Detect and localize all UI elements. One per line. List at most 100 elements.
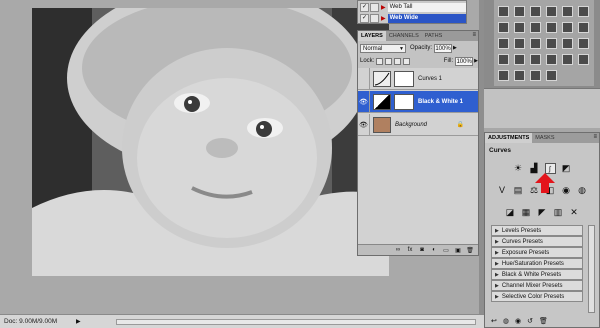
layer-mask-thumbnail[interactable]	[394, 70, 414, 87]
grid-swatch[interactable]	[562, 22, 573, 33]
fill-input[interactable]: 100%	[455, 56, 474, 66]
grid-swatch[interactable]	[514, 54, 525, 65]
tab-channels[interactable]: CHANNELS	[386, 31, 422, 41]
posterize-icon[interactable]: ▦	[521, 207, 532, 218]
gradient-map-icon[interactable]: ▥	[553, 207, 564, 218]
lock-pixels-icon[interactable]	[385, 57, 393, 65]
fill-arrow-icon[interactable]: ▶	[474, 58, 478, 64]
expand-triangle-icon[interactable]: ▶	[495, 294, 499, 300]
hue-saturation-icon[interactable]: ▤	[513, 185, 524, 196]
status-menu-arrow-icon[interactable]: ▶	[76, 318, 81, 325]
trash-icon[interactable]: 🗑	[466, 247, 474, 254]
grid-swatch[interactable]	[498, 22, 509, 33]
grid-swatch[interactable]	[562, 38, 573, 49]
preset-row-black-white[interactable]: ▶ Black & White Presets	[491, 269, 583, 280]
grid-swatch[interactable]	[498, 54, 509, 65]
grid-swatch[interactable]	[530, 22, 541, 33]
preset-item-label[interactable]: Web Tall	[387, 2, 466, 12]
exposure-icon[interactable]: ◩	[561, 163, 572, 174]
visibility-check-icon[interactable]: ✓	[360, 13, 369, 23]
expand-triangle-icon[interactable]: ▶	[495, 261, 499, 267]
selective-color-icon[interactable]: ✕	[569, 207, 580, 218]
visibility-eye-icon[interactable]: 👁	[358, 113, 370, 136]
visibility-check-icon[interactable]: ✓	[360, 2, 369, 12]
tab-paths[interactable]: PATHS	[422, 31, 446, 41]
brightness-icon[interactable]: ☀	[513, 163, 524, 174]
grid-swatch[interactable]	[546, 54, 557, 65]
mask-icon[interactable]: ◙	[418, 247, 426, 253]
channel-mixer-icon[interactable]: ◍	[577, 185, 588, 196]
expand-triangle-icon[interactable]: ▶	[495, 250, 499, 256]
vibrance-icon[interactable]: V	[497, 185, 508, 196]
link-icon[interactable]: ∞	[394, 247, 402, 253]
grid-swatch[interactable]	[514, 6, 525, 17]
preset-row-exposure[interactable]: ▶ Exposure Presets	[491, 247, 583, 258]
visibility-eye-icon[interactable]: 👁	[358, 90, 370, 113]
grid-swatch[interactable]	[546, 6, 557, 17]
clip-icon[interactable]: ◍	[503, 317, 509, 325]
toggle-box[interactable]	[370, 13, 379, 23]
grid-swatch[interactable]	[530, 70, 541, 81]
preset-row-curves[interactable]: ▶ Curves Presets	[491, 236, 583, 247]
expand-triangle-icon[interactable]: ▶	[495, 239, 499, 245]
tab-adjustments[interactable]: ADJUSTMENTS	[485, 133, 533, 143]
grid-swatch[interactable]	[498, 6, 509, 17]
grid-swatch[interactable]	[514, 38, 525, 49]
visibility-eye-icon[interactable]	[358, 67, 370, 90]
grid-swatch[interactable]	[578, 54, 589, 65]
grid-swatch[interactable]	[514, 22, 525, 33]
grid-swatch[interactable]	[530, 6, 541, 17]
grid-swatch[interactable]	[498, 38, 509, 49]
grid-swatch[interactable]	[530, 54, 541, 65]
expand-triangle-icon[interactable]: ▶	[495, 283, 499, 289]
return-arrow-icon[interactable]: ↩	[491, 317, 497, 325]
grid-swatch[interactable]	[530, 38, 541, 49]
opacity-input[interactable]: 100%	[434, 43, 453, 53]
trash-icon[interactable]: 🗑	[539, 317, 548, 325]
adjustment-icon[interactable]: ◐	[430, 247, 438, 253]
horizontal-scrollbar[interactable]	[116, 319, 476, 325]
grid-swatch[interactable]	[546, 22, 557, 33]
reset-icon[interactable]: ↺	[527, 317, 533, 325]
photo-filter-icon[interactable]: ◉	[561, 185, 572, 196]
invert-icon[interactable]: ◪	[505, 207, 516, 218]
grid-swatch[interactable]	[578, 6, 589, 17]
layer-row[interactable]: 👁 Background 🔒	[358, 113, 478, 136]
preset-row-levels[interactable]: ▶ Levels Presets	[491, 225, 583, 236]
panel-menu-icon[interactable]: ≡	[472, 32, 476, 38]
lock-transparency-icon[interactable]	[376, 57, 384, 65]
grid-swatch[interactable]	[546, 70, 557, 81]
grid-swatch[interactable]	[514, 70, 525, 81]
folder-icon[interactable]: ▭	[442, 247, 450, 254]
threshold-icon[interactable]: ◤	[537, 207, 548, 218]
panel-menu-icon[interactable]: ≡	[593, 134, 597, 140]
expand-triangle-icon[interactable]: ▶	[495, 272, 499, 278]
preset-item-selected[interactable]: ✓ ▶ Web Wide	[360, 13, 466, 23]
tab-layers[interactable]: LAYERS	[358, 31, 386, 41]
grid-swatch[interactable]	[546, 38, 557, 49]
new-layer-icon[interactable]: ▣	[454, 247, 462, 254]
grid-swatch[interactable]	[562, 6, 573, 17]
preset-item-label[interactable]: Web Wide	[387, 13, 466, 23]
eye-toggle-icon[interactable]: ◉	[515, 317, 521, 325]
preset-row-channel-mixer[interactable]: ▶ Channel Mixer Presets	[491, 280, 583, 291]
layer-row[interactable]: Curves 1	[358, 67, 478, 90]
presets-scrollbar[interactable]	[588, 225, 595, 313]
tab-masks[interactable]: MASKS	[532, 133, 557, 143]
toggle-box[interactable]	[370, 2, 379, 12]
baby-photo[interactable]	[32, 8, 389, 276]
expand-triangle-icon[interactable]: ▶	[495, 228, 499, 234]
grid-swatch[interactable]	[498, 70, 509, 81]
grid-swatch[interactable]	[578, 22, 589, 33]
preset-row-hue-saturation[interactable]: ▶ Hue/Saturation Presets	[491, 258, 583, 269]
grid-swatch[interactable]	[562, 54, 573, 65]
preset-row-selective-color[interactable]: ▶ Selective Color Presets	[491, 291, 583, 302]
layer-mask-thumbnail[interactable]	[394, 93, 414, 110]
opacity-arrow-icon[interactable]: ▶	[453, 45, 457, 51]
lock-all-icon[interactable]	[403, 57, 411, 65]
layer-row-selected[interactable]: 👁 Black & White 1	[358, 90, 478, 113]
grid-swatch[interactable]	[578, 38, 589, 49]
preset-item[interactable]: ✓ ▶ Web Tall	[360, 2, 466, 12]
blend-mode-select[interactable]: Normal ▼	[360, 43, 406, 53]
lock-position-icon[interactable]	[394, 57, 402, 65]
